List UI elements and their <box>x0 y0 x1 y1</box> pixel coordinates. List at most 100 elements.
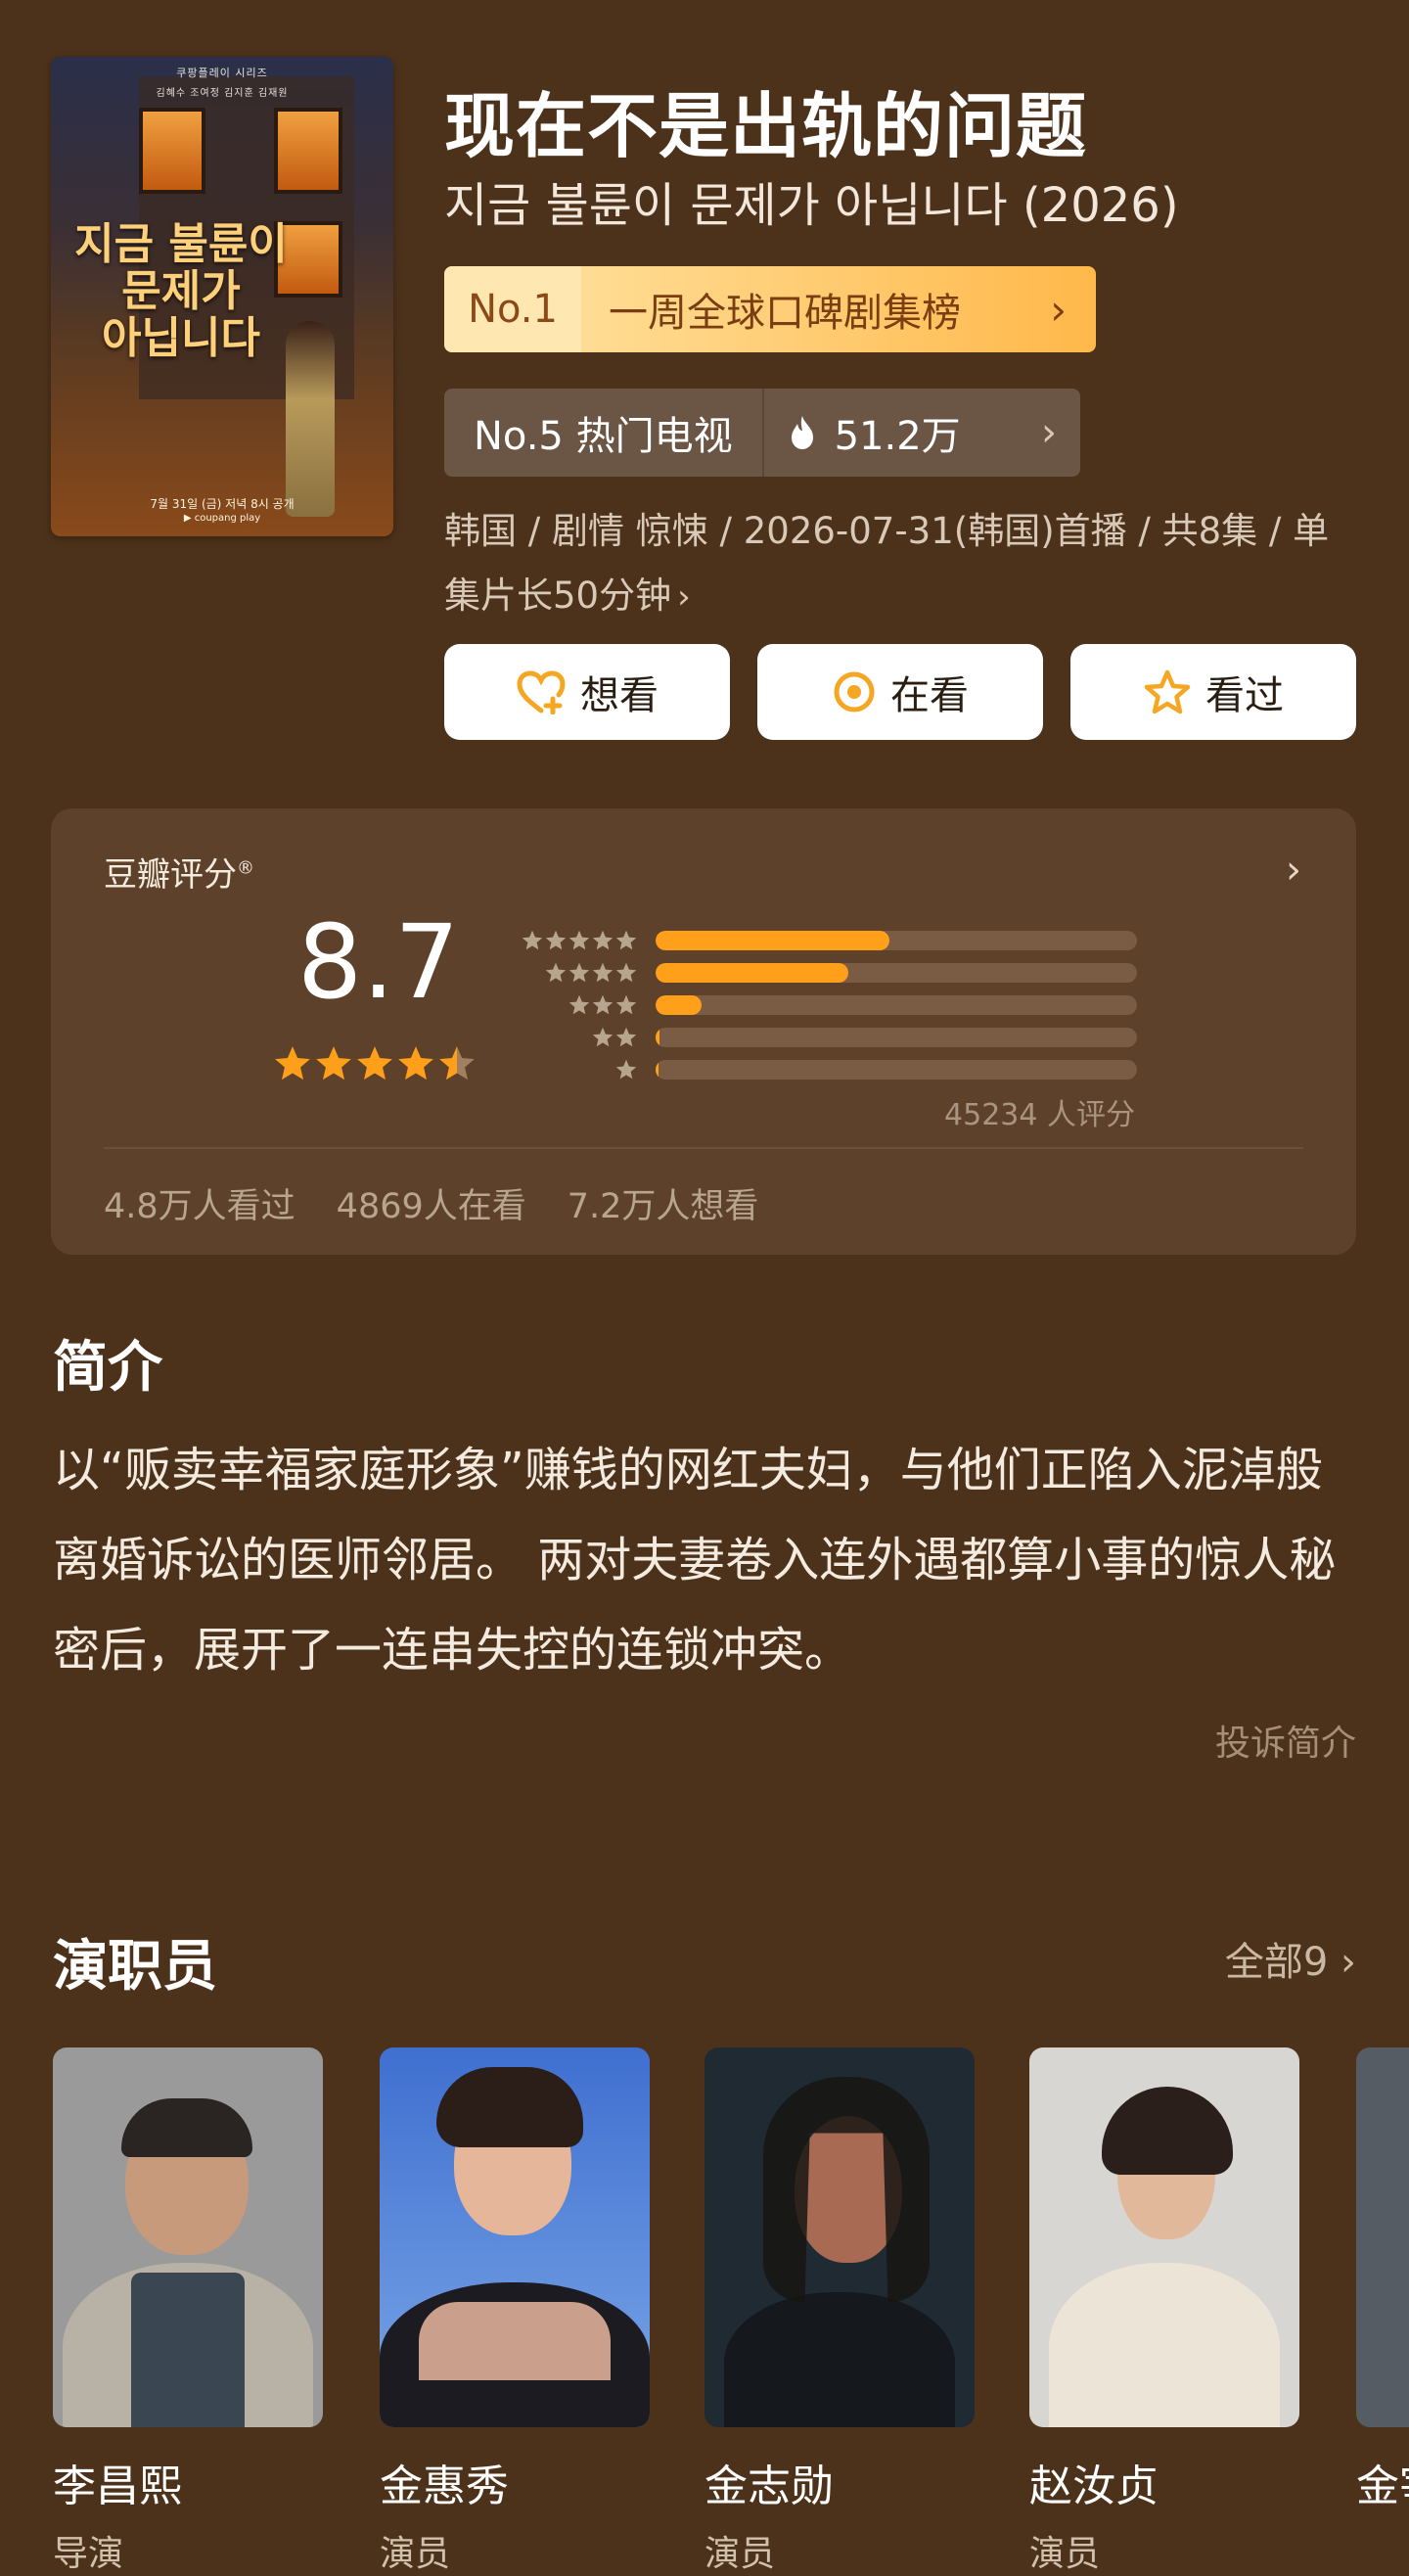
star-icon <box>439 1046 475 1081</box>
cast-card[interactable]: 金惠秀 演员 <box>380 2047 650 2576</box>
star-icon <box>398 1046 433 1081</box>
star-icon <box>615 994 637 1015</box>
rating-bar-row <box>515 994 1137 1016</box>
flame-icon <box>788 414 817 451</box>
star-icon <box>275 1046 310 1081</box>
hot-tv-badge[interactable]: No.5 热门电视 51.2万 › <box>444 389 1080 477</box>
target-icon <box>834 671 875 713</box>
star-icon <box>592 1027 614 1047</box>
star-icon <box>568 930 590 950</box>
poster-window <box>139 108 205 194</box>
watching-count: 4869人在看 <box>336 1187 526 1226</box>
star-icon <box>615 1059 637 1080</box>
intro-title: 简介 <box>53 1336 162 1400</box>
chevron-right-icon: › <box>1286 848 1301 893</box>
meta-text: 韩国 / 剧情 惊悚 / 2026-07-31(韩国)首播 / 共8集 / 单集… <box>444 510 1330 617</box>
chevron-right-icon: › <box>677 577 691 617</box>
poster-date: 7월 31일 (금) 저녁 8시 공개 <box>150 497 295 511</box>
rating-count: 45234 人评分 <box>944 1098 1135 1132</box>
heart-plus-icon <box>517 670 566 714</box>
star-icon <box>568 994 590 1015</box>
want-count: 7.2万人想看 <box>567 1187 759 1226</box>
cast-role: 导演 <box>53 2534 124 2574</box>
star-icon <box>592 930 614 950</box>
star-icon <box>615 930 637 950</box>
watching-button[interactable]: 在看 <box>757 644 1043 740</box>
divider <box>104 1147 1303 1149</box>
chevron-right-icon: › <box>1041 410 1057 455</box>
cast-card[interactable]: 赵汝贞 演员 <box>1029 2047 1299 2576</box>
rating-stars <box>272 1043 477 1084</box>
rank-label: 一周全球口碑剧集榜 <box>609 291 961 336</box>
bar-fill <box>656 1028 659 1047</box>
cast-name: 赵汝贞 <box>1029 2461 1159 2511</box>
bar-stars <box>515 1058 638 1081</box>
star-icon <box>357 1046 392 1081</box>
bar-stars <box>515 961 638 985</box>
cast-photo <box>1356 2047 1409 2427</box>
bar-stars <box>515 993 638 1017</box>
star-icon <box>615 1027 637 1047</box>
star-icon <box>316 1046 351 1081</box>
cast-name: 金志勋 <box>704 2461 834 2511</box>
rating-bar-row <box>515 1027 1137 1048</box>
rating-bar-row <box>515 930 1137 951</box>
show-meta[interactable]: 韩国 / 剧情 惊悚 / 2026-07-31(韩国)首播 / 共8集 / 单集… <box>444 499 1364 629</box>
watched-label: 看过 <box>1205 673 1284 718</box>
star-icon <box>522 930 543 950</box>
cast-photo <box>53 2047 323 2427</box>
bar-stars <box>515 1026 638 1049</box>
chevron-right-icon: › <box>1341 1940 1356 1985</box>
bar-track <box>656 963 1137 983</box>
cast-role: 演员 <box>704 2534 776 2574</box>
bar-track <box>656 931 1137 950</box>
cast-card[interactable]: 金宰 <box>1356 2047 1409 2525</box>
bar-track <box>656 1028 1137 1047</box>
intro-text: 以“贩卖幸福家庭形象”赚钱的网红夫妇，与他们正陷入泥淖般离婚诉讼的医师邻居。 两… <box>53 1443 1337 1678</box>
watched-count: 4.8万人看过 <box>104 1187 295 1226</box>
star-icon <box>615 962 637 983</box>
heat-value-group: 51.2万 › <box>764 389 1080 477</box>
cast-name: 金宰 <box>1356 2461 1409 2511</box>
bar-fill <box>656 1060 659 1080</box>
cast-photo <box>704 2047 975 2427</box>
cast-title: 演职员 <box>53 1935 217 1999</box>
rank-number: No.1 <box>444 266 581 352</box>
cast-card[interactable]: 李昌熙 导演 <box>53 2047 323 2576</box>
ranking-badge[interactable]: No.1 一周全球口碑剧集榜 › <box>444 266 1096 352</box>
poster-cast-line: 김혜수 조여정 김지훈 김재원 <box>156 88 289 99</box>
star-icon <box>545 930 567 950</box>
star-icon <box>592 994 614 1015</box>
cast-role: 演员 <box>1029 2534 1101 2574</box>
cast-name: 李昌熙 <box>53 2461 182 2511</box>
poster-platform: ▶ coupang play <box>183 513 261 524</box>
bar-fill <box>656 995 702 1015</box>
cast-all-link[interactable]: 全部9 › <box>1225 1930 1356 1987</box>
watched-button[interactable]: 看过 <box>1070 644 1356 740</box>
bar-fill <box>656 931 889 950</box>
want-to-watch-button[interactable]: 想看 <box>444 644 730 740</box>
chevron-right-icon: › <box>1050 285 1067 334</box>
rating-bar-row <box>515 962 1137 984</box>
heat-value: 51.2万 <box>834 414 961 459</box>
star-outline-icon <box>1144 669 1191 714</box>
bar-stars <box>515 929 638 952</box>
star-icon <box>568 962 590 983</box>
hot-rank-label: No.5 热门电视 <box>444 389 764 477</box>
cast-photo <box>1029 2047 1299 2427</box>
watch-stats: 4.8万人看过 4869人在看 7.2万人想看 <box>104 1178 799 1228</box>
bar-fill <box>656 963 848 983</box>
poster-image[interactable]: 쿠팡플레이 시리즈 김혜수 조여정 김지훈 김재원 지금 불륜이 문제가 아닙니… <box>51 57 393 536</box>
cast-card[interactable]: 金志勋 演员 <box>704 2047 975 2576</box>
star-icon <box>592 962 614 983</box>
want-label: 想看 <box>580 673 659 718</box>
rating-score: 8.7 <box>297 902 460 1022</box>
report-intro-link[interactable]: 投诉简介 <box>1215 1715 1356 1766</box>
rating-panel[interactable]: 豆瓣评分® › 8.7 45234 人评分 4.8万人看过 4869人在看 7.… <box>51 808 1356 1255</box>
original-title: 지금 불륜이 문제가 아닙니다 (2026) <box>444 178 1179 233</box>
watching-label: 在看 <box>890 673 969 718</box>
page-title: 现在不是出轨的问题 <box>444 85 1088 167</box>
cast-name: 金惠秀 <box>380 2461 509 2511</box>
cast-role: 演员 <box>380 2534 451 2574</box>
bar-track <box>656 995 1137 1015</box>
